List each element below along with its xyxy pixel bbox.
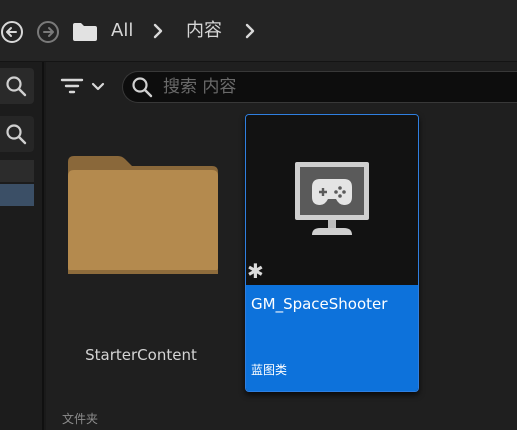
- asset-thumbnail: ✱: [246, 115, 418, 285]
- folder-icon: [68, 156, 218, 274]
- folder-tile[interactable]: StarterContent 文件夹: [58, 114, 224, 426]
- circle-arrow-right-icon: [37, 21, 59, 43]
- collections-search-button[interactable]: [0, 116, 34, 152]
- sources-search-button[interactable]: [0, 68, 34, 104]
- breadcrumb-root[interactable]: All: [111, 19, 133, 43]
- path-bar: All 内容: [0, 0, 517, 62]
- back-button[interactable]: [0, 20, 24, 44]
- search-placeholder: 搜索 内容: [163, 77, 237, 97]
- asset-info-panel: GM_SpaceShooter 蓝图类: [246, 285, 418, 391]
- search-icon: [6, 124, 27, 145]
- search-input[interactable]: 搜索 内容: [122, 71, 517, 103]
- folder-name: StarterContent: [85, 346, 197, 364]
- game-controller-monitor-icon: [295, 162, 369, 235]
- asterisk-icon: ✱: [247, 259, 264, 283]
- asset-name: GM_SpaceShooter: [251, 295, 388, 313]
- search-icon: [6, 76, 27, 97]
- folder-type-label: 文件夹: [62, 412, 99, 426]
- chevron-right-icon[interactable]: [150, 22, 166, 40]
- asset-type-label: 蓝图类: [251, 363, 288, 377]
- asset-view: 搜索 内容 StarterContent 文件夹 ✱ GM_SpaceShoot…: [46, 62, 517, 430]
- asset-tile[interactable]: ✱ GM_SpaceShooter 蓝图类: [245, 114, 419, 392]
- search-icon: [132, 77, 153, 98]
- chevron-right-icon[interactable]: [242, 22, 258, 40]
- circle-arrow-left-icon: [1, 21, 23, 43]
- chevron-down-icon: [91, 82, 105, 91]
- sources-panel: [0, 62, 44, 430]
- breadcrumb-current[interactable]: 内容: [186, 19, 222, 43]
- forward-button[interactable]: [36, 20, 60, 44]
- tree-row[interactable]: [0, 160, 34, 182]
- folder-icon[interactable]: [72, 22, 98, 42]
- filter-button[interactable]: [60, 74, 110, 100]
- tree-row-selected[interactable]: [0, 184, 34, 206]
- filter-icon: [60, 78, 84, 94]
